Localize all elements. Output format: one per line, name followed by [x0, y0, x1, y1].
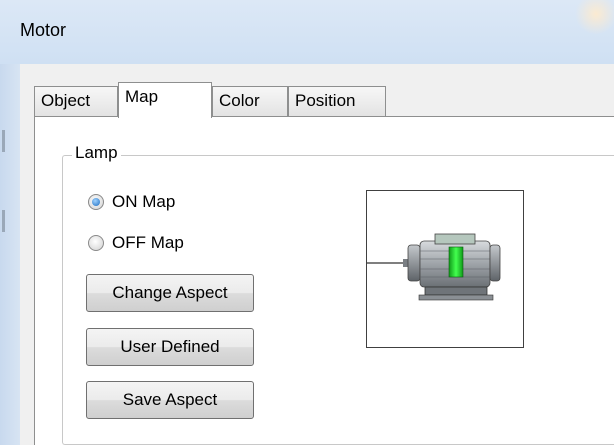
on-map-label: ON Map	[112, 192, 176, 211]
change-aspect-button[interactable]: Change Aspect	[86, 274, 254, 312]
tab-color[interactable]: Color	[212, 86, 288, 116]
motor-icon	[367, 233, 501, 301]
aspect-preview	[366, 190, 524, 348]
tab-object[interactable]: Object	[34, 86, 118, 116]
on-map-radio[interactable]: ON Map	[88, 191, 175, 213]
save-aspect-button[interactable]: Save Aspect	[86, 381, 254, 419]
window-title: Motor	[20, 20, 67, 40]
radio-unchecked-icon	[88, 235, 104, 251]
window-titlebar[interactable]: Motor	[0, 0, 614, 64]
tab-position[interactable]: Position	[288, 86, 386, 116]
tab-map[interactable]: Map	[118, 82, 212, 118]
radio-checked-icon	[88, 194, 104, 210]
user-defined-button[interactable]: User Defined	[86, 328, 254, 366]
lamp-group-label: Lamp	[72, 143, 121, 163]
off-map-label: OFF Map	[112, 233, 184, 252]
border-mark	[2, 210, 5, 232]
border-mark	[2, 130, 5, 152]
window-left-border	[0, 64, 20, 445]
titlebar-glow	[574, 0, 614, 34]
off-map-radio[interactable]: OFF Map	[88, 232, 184, 254]
